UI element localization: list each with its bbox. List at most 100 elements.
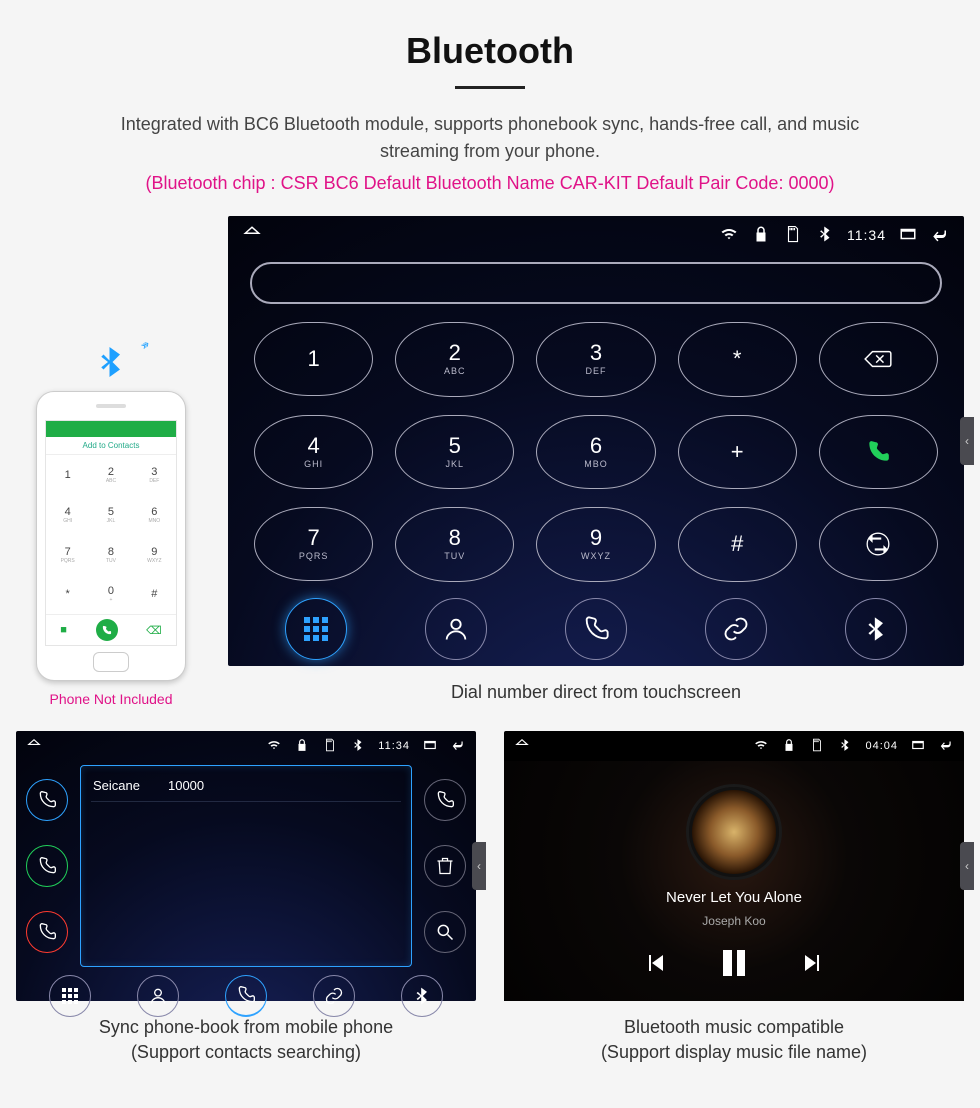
tab-pairing[interactable]	[313, 975, 355, 1017]
song-artist: Joseph Koo	[702, 914, 765, 928]
person-icon	[148, 986, 168, 1006]
next-track-button[interactable]	[801, 951, 825, 975]
page-description: Integrated with BC6 Bluetooth module, su…	[80, 111, 900, 165]
recents-icon[interactable]	[422, 738, 438, 755]
phone-key: 4GHI	[46, 495, 89, 535]
tab-bluetooth[interactable]	[845, 598, 907, 660]
phonebook-dialed-icon[interactable]	[26, 845, 68, 887]
phone-key: 2ABC	[89, 455, 132, 495]
dial-key-2[interactable]: 2ABC	[395, 322, 514, 397]
tab-keypad[interactable]	[49, 975, 91, 1017]
add-to-contacts-label: Add to Contacts	[46, 437, 176, 455]
link-icon	[722, 615, 750, 643]
side-drawer-handle[interactable]: ‹	[960, 842, 974, 890]
swap-key[interactable]	[819, 507, 938, 581]
call-key[interactable]	[819, 415, 938, 489]
dial-key-7[interactable]: 7PQRS	[254, 507, 373, 581]
keypad-icon	[304, 617, 328, 641]
tab-recents[interactable]	[225, 975, 267, 1017]
search-contact-button[interactable]	[424, 911, 466, 953]
phone-key: *	[46, 574, 89, 614]
contact-number: 10000	[168, 778, 204, 793]
phone-bksp-icon: ⌫	[146, 624, 162, 637]
dial-key-6[interactable]: 6MBO	[536, 415, 655, 490]
sd-icon	[783, 225, 803, 246]
dialer-caption: Dial number direct from touchscreen	[228, 680, 964, 705]
keypad-icon	[62, 988, 78, 1004]
dial-key-#[interactable]: #	[678, 507, 797, 582]
prev-track-button[interactable]	[643, 951, 667, 975]
recents-icon[interactable]	[898, 225, 918, 246]
sd-icon	[322, 738, 338, 755]
phone-key: 7PQRS	[46, 535, 89, 575]
phone-outline-icon	[582, 615, 610, 643]
tab-recents[interactable]	[565, 598, 627, 660]
dial-input[interactable]	[250, 262, 942, 304]
wifi-icon	[719, 225, 739, 246]
delete-contact-button[interactable]	[424, 845, 466, 887]
back-icon[interactable]	[450, 738, 466, 755]
person-icon	[442, 615, 470, 643]
back-icon[interactable]	[930, 226, 950, 244]
phone-not-included-note: Phone Not Included	[16, 691, 206, 707]
phone-key: 3DEF	[133, 455, 176, 495]
dial-key-3[interactable]: 3DEF	[536, 322, 655, 397]
tab-contacts[interactable]	[137, 975, 179, 1017]
contact-list[interactable]: Seicane 10000	[80, 765, 412, 967]
dial-contact-button[interactable]	[424, 779, 466, 821]
home-icon[interactable]	[26, 738, 42, 755]
status-time: 11:34	[847, 227, 886, 243]
side-drawer-handle[interactable]: ‹	[472, 842, 486, 890]
smartphone-mockup: Add to Contacts 12ABC3DEF4GHI5JKL6MNO7PQ…	[36, 391, 186, 681]
album-art	[689, 787, 779, 877]
bt-status-icon	[815, 225, 835, 246]
headunit-dialer-screen: 11:34 1 2ABC 3DEF * 4GHI 5JKL 6MBO +7PQRS 8TUV 9W…	[228, 216, 964, 666]
phonebook-missed-icon[interactable]	[26, 911, 68, 953]
status-time: 11:34	[378, 740, 410, 752]
sd-icon	[809, 738, 825, 755]
headunit-phonebook-screen: 11:34 Seicane 10000	[16, 731, 476, 1001]
contact-row[interactable]: Seicane 10000	[91, 774, 401, 802]
phone-key: #	[133, 574, 176, 614]
home-icon[interactable]	[242, 225, 262, 246]
page-title: Bluetooth	[10, 30, 970, 72]
song-title: Never Let You Alone	[666, 889, 802, 906]
dial-key-4[interactable]: 4GHI	[254, 415, 373, 489]
contact-name: Seicane	[93, 778, 140, 793]
back-icon[interactable]	[938, 738, 954, 755]
lock-icon	[294, 738, 310, 755]
backspace-key[interactable]	[819, 322, 938, 396]
bt-icon	[412, 986, 432, 1006]
phone-key: 8TUV	[89, 535, 132, 575]
music-caption: Bluetooth music compatible (Support disp…	[504, 1015, 964, 1065]
play-pause-button[interactable]	[723, 950, 745, 976]
wifi-icon	[753, 738, 769, 755]
phone-key: 9WXYZ	[133, 535, 176, 575]
bt-status-icon	[350, 738, 366, 755]
backspace-icon	[863, 348, 893, 370]
tab-contacts[interactable]	[425, 598, 487, 660]
phone-video-icon: ■	[60, 624, 67, 636]
tab-pairing[interactable]	[705, 598, 767, 660]
title-underline	[455, 86, 525, 89]
dial-key-9[interactable]: 9WXYZ	[536, 507, 655, 582]
phone-key: 6MNO	[133, 495, 176, 535]
phone-key: 0+	[89, 574, 132, 614]
lock-icon	[781, 738, 797, 755]
dial-key-8[interactable]: 8TUV	[395, 507, 514, 582]
tab-bluetooth[interactable]	[401, 975, 443, 1017]
dial-key-+[interactable]: +	[678, 415, 797, 490]
link-icon	[324, 986, 344, 1006]
home-icon[interactable]	[514, 738, 530, 755]
side-drawer-handle[interactable]: ‹	[960, 417, 974, 465]
bluetooth-icon	[93, 344, 129, 389]
tab-keypad[interactable]	[285, 598, 347, 660]
wifi-icon	[266, 738, 282, 755]
headunit-music-screen: 04:04 Never Let You Alone Joseph Koo	[504, 731, 964, 1001]
dial-key-5[interactable]: 5JKL	[395, 415, 514, 490]
recents-icon[interactable]	[910, 738, 926, 755]
dial-key-*[interactable]: *	[678, 322, 797, 397]
phonebook-received-icon[interactable]	[26, 779, 68, 821]
phone-outline-icon	[236, 985, 256, 1005]
dial-key-1[interactable]: 1	[254, 322, 373, 396]
